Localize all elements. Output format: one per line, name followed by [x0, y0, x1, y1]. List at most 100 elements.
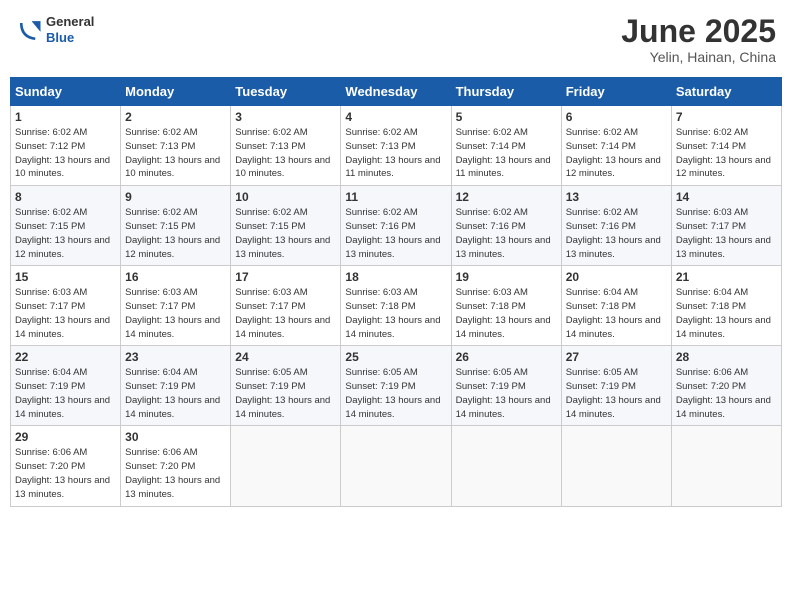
calendar-header-saturday: Saturday — [671, 78, 781, 106]
calendar-cell: 21Sunrise: 6:04 AMSunset: 7:18 PMDayligh… — [671, 266, 781, 346]
day-number: 24 — [235, 350, 336, 364]
day-number: 9 — [125, 190, 226, 204]
calendar-header-wednesday: Wednesday — [341, 78, 451, 106]
calendar-cell — [671, 426, 781, 506]
calendar-header-sunday: Sunday — [11, 78, 121, 106]
calendar-week-1: 1Sunrise: 6:02 AMSunset: 7:12 PMDaylight… — [11, 106, 782, 186]
day-number: 16 — [125, 270, 226, 284]
day-info: Sunrise: 6:02 AMSunset: 7:16 PMDaylight:… — [456, 206, 557, 261]
calendar-cell: 12Sunrise: 6:02 AMSunset: 7:16 PMDayligh… — [451, 186, 561, 266]
day-info: Sunrise: 6:05 AMSunset: 7:19 PMDaylight:… — [566, 366, 667, 421]
sunrise-text: Sunrise: 6:06 AM — [125, 447, 197, 458]
daylight-text: Daylight: 13 hours and 14 minutes. — [345, 315, 440, 340]
day-info: Sunrise: 6:06 AMSunset: 7:20 PMDaylight:… — [676, 366, 777, 421]
day-info: Sunrise: 6:03 AMSunset: 7:18 PMDaylight:… — [456, 286, 557, 341]
sunset-text: Sunset: 7:19 PM — [345, 381, 415, 392]
sunrise-text: Sunrise: 6:04 AM — [566, 287, 638, 298]
day-number: 17 — [235, 270, 336, 284]
sunset-text: Sunset: 7:15 PM — [125, 221, 195, 232]
calendar-cell: 1Sunrise: 6:02 AMSunset: 7:12 PMDaylight… — [11, 106, 121, 186]
daylight-text: Daylight: 13 hours and 14 minutes. — [15, 395, 110, 420]
sunset-text: Sunset: 7:13 PM — [235, 141, 305, 152]
day-number: 23 — [125, 350, 226, 364]
calendar-cell: 11Sunrise: 6:02 AMSunset: 7:16 PMDayligh… — [341, 186, 451, 266]
page-header: General Blue June 2025 Yelin, Hainan, Ch… — [10, 10, 782, 69]
daylight-text: Daylight: 13 hours and 12 minutes. — [566, 155, 661, 180]
calendar-week-2: 8Sunrise: 6:02 AMSunset: 7:15 PMDaylight… — [11, 186, 782, 266]
sunrise-text: Sunrise: 6:02 AM — [235, 127, 307, 138]
day-info: Sunrise: 6:04 AM Sunset: 7:19 PM Daylight:… — [15, 366, 116, 421]
daylight-text: Daylight: 13 hours and 10 minutes. — [125, 155, 220, 180]
daylight-text: Daylight: 13 hours and 13 minutes. — [125, 475, 220, 500]
sunrise-text: Sunrise: 6:02 AM — [125, 207, 197, 218]
sunrise-text: Sunrise: 6:05 AM — [456, 367, 528, 378]
daylight-text: Daylight: 13 hours and 14 minutes. — [345, 395, 440, 420]
calendar-cell: 18Sunrise: 6:03 AMSunset: 7:18 PMDayligh… — [341, 266, 451, 346]
sunrise-text: Sunrise: 6:06 AM — [15, 447, 87, 458]
day-number: 4 — [345, 110, 446, 124]
day-number: 7 — [676, 110, 777, 124]
calendar-cell: 28Sunrise: 6:06 AMSunset: 7:20 PMDayligh… — [671, 346, 781, 426]
calendar-cell: 26Sunrise: 6:05 AMSunset: 7:19 PMDayligh… — [451, 346, 561, 426]
sunset-text: Sunset: 7:13 PM — [345, 141, 415, 152]
calendar-cell: 6 Sunrise: 6:02 AMSunset: 7:14 PMDaylight… — [561, 106, 671, 186]
daylight-text: Daylight: 13 hours and 11 minutes. — [345, 155, 440, 180]
calendar-cell: 22Sunrise: 6:04 AMSunset: 7:19 PMDayligh… — [11, 346, 121, 426]
day-number: 2 — [125, 110, 226, 124]
day-number: 15 — [15, 270, 116, 284]
sunset-text: Sunset: 7:19 PM — [566, 381, 636, 392]
sunset-text: Sunset: 7:17 PM — [125, 301, 195, 312]
calendar-cell: 2 Sunrise: 6:02 AMSunset: 7:13 PMDaylight… — [121, 106, 231, 186]
sunset-text: Sunset: 7:14 PM — [566, 141, 636, 152]
sunrise-text: Sunrise: 6:06 AM — [676, 367, 748, 378]
sunrise-text: Sunrise: 6:05 AM — [235, 367, 307, 378]
day-info: Sunrise: 6:03 AMSunset: 7:18 PMDaylight:… — [345, 286, 446, 341]
calendar-cell: 13Sunrise: 6:02 AMSunset: 7:16 PMDayligh… — [561, 186, 671, 266]
logo: General Blue — [16, 14, 94, 45]
day-info: Sunrise: 6:02 AMSunset: 7:13 PMDaylight:… — [125, 126, 226, 181]
sunrise-text: Sunrise: 6:05 AM — [345, 367, 417, 378]
sunset-text: Sunset: 7:16 PM — [566, 221, 636, 232]
calendar-cell: 25Sunrise: 6:05 AMSunset: 7:19 PMDayligh… — [341, 346, 451, 426]
day-number: 1 — [15, 110, 116, 124]
calendar-cell: 24Sunrise: 6:05 AMSunset: 7:19 PMDayligh… — [231, 346, 341, 426]
sunset-text: Sunset: 7:19 PM — [125, 381, 195, 392]
sunset-text: Sunset: 7:16 PM — [345, 221, 415, 232]
sunset-text: Sunset: 7:13 PM — [125, 141, 195, 152]
calendar-cell: 20Sunrise: 6:04 AMSunset: 7:18 PMDayligh… — [561, 266, 671, 346]
logo-text: General Blue — [46, 14, 94, 45]
daylight-text: Daylight: 13 hours and 14 minutes. — [566, 315, 661, 340]
daylight-text: Daylight: 13 hours and 13 minutes. — [15, 475, 110, 500]
daylight-text: Daylight: 13 hours and 14 minutes. — [15, 315, 110, 340]
calendar-cell: 15Sunrise: 6:03 AMSunset: 7:17 PMDayligh… — [11, 266, 121, 346]
day-number: 14 — [676, 190, 777, 204]
day-number: 19 — [456, 270, 557, 284]
day-info: Sunrise: 6:02 AMSunset: 7:14 PMDaylight:… — [566, 126, 667, 181]
sunrise-text: Sunrise: 6:04 AM — [15, 367, 87, 378]
sunset-text: Sunset: 7:17 PM — [15, 301, 85, 312]
daylight-text: Daylight: 13 hours and 12 minutes. — [125, 235, 220, 260]
day-number: 6 — [566, 110, 667, 124]
sunset-text: Sunset: 7:14 PM — [676, 141, 746, 152]
sunrise-text: Sunrise: 6:02 AM — [676, 127, 748, 138]
daylight-text: Daylight: 13 hours and 10 minutes. — [15, 155, 110, 180]
day-number: 20 — [566, 270, 667, 284]
calendar-cell: 9 Sunrise: 6:02 AM Sunset: 7:15 PM Daylight… — [121, 186, 231, 266]
day-info: Sunrise: 6:02 AMSunset: 7:13 PMDaylight:… — [345, 126, 446, 181]
calendar-header-tuesday: Tuesday — [231, 78, 341, 106]
logo-blue-text: Blue — [46, 30, 94, 46]
day-info: Sunrise: 6:02 AMSunset: 7:16 PMDaylight:… — [566, 206, 667, 261]
sunrise-text: Sunrise: 6:02 AM — [345, 207, 417, 218]
calendar-cell: 10Sunrise: 6:02 AMSunset: 7:15 PMDayligh… — [231, 186, 341, 266]
sunset-text: Sunset: 7:16 PM — [456, 221, 526, 232]
calendar-header-thursday: Thursday — [451, 78, 561, 106]
day-number: 3 — [235, 110, 336, 124]
day-info: Sunrise: 6:02 AMSunset: 7:15 PMDaylight:… — [15, 206, 116, 261]
sunrise-text: Sunrise: 6:04 AM — [125, 367, 197, 378]
daylight-text: Daylight: 13 hours and 14 minutes. — [235, 395, 330, 420]
sunrise-text: Sunrise: 6:02 AM — [15, 207, 87, 218]
calendar-cell: 5Sunrise: 6:02 AMSunset: 7:14 PMDaylight… — [451, 106, 561, 186]
daylight-text: Daylight: 13 hours and 14 minutes. — [235, 315, 330, 340]
sunset-text: Sunset: 7:15 PM — [235, 221, 305, 232]
sunset-text: Sunset: 7:19 PM — [15, 381, 85, 392]
